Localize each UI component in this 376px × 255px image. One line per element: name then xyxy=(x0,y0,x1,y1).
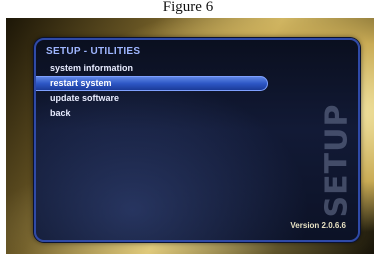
version-label: Version 2.0.6.6 xyxy=(290,221,346,230)
tv-frame: SETUP - UTILITIES system information res… xyxy=(6,18,374,254)
menu-item-restart-system[interactable]: restart system xyxy=(36,76,268,91)
menu-item-system-information[interactable]: system information xyxy=(36,61,268,76)
menu-item-update-software[interactable]: update software xyxy=(36,91,268,106)
screen-title: SETUP - UTILITIES xyxy=(46,46,141,57)
setup-utilities-screen: SETUP - UTILITIES system information res… xyxy=(34,38,360,242)
utilities-menu: system information restart system update… xyxy=(36,61,268,121)
setup-watermark-text: SETUP xyxy=(319,103,355,217)
menu-item-back[interactable]: back xyxy=(36,106,268,121)
setup-watermark: SETUP xyxy=(319,100,355,220)
